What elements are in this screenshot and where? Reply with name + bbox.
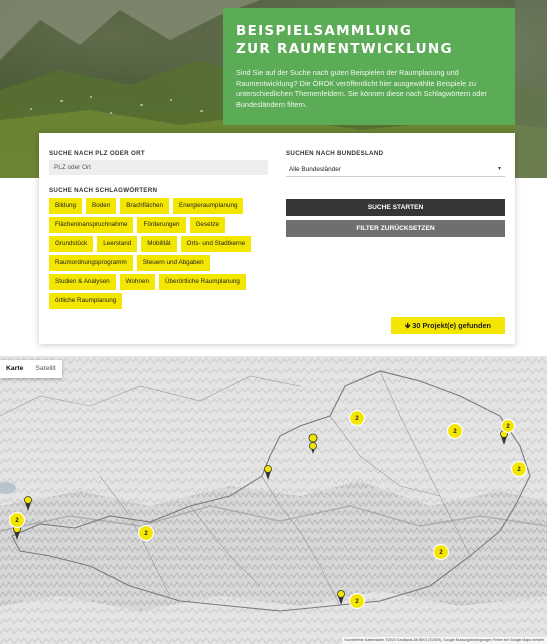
filter-reset-button[interactable]: FILTER ZURÜCKSETZEN bbox=[286, 220, 505, 237]
map-type-satellite-button[interactable]: Satellit bbox=[29, 360, 61, 378]
tag-leerstand[interactable]: Leerstand bbox=[97, 236, 138, 252]
tag-steuern-und-abgaben[interactable]: Steuern und Abgaben bbox=[136, 255, 210, 271]
title-line-2: ZUR RAUMENTWICKLUNG bbox=[236, 41, 453, 57]
title-line-1: BEISPIELSAMMLUNG bbox=[236, 23, 413, 39]
arrow-down-icon: 🡻 bbox=[405, 321, 411, 330]
intro-box: BEISPIELSAMMLUNG ZUR RAUMENTWICKLUNG Sin… bbox=[223, 8, 515, 125]
map-cluster-marker[interactable]: 2 bbox=[432, 543, 450, 561]
search-start-button[interactable]: SUCHE STARTEN bbox=[286, 199, 505, 216]
map-type-control: Karte Satellit bbox=[0, 360, 62, 378]
tag-foerderungen[interactable]: Förderungen bbox=[137, 217, 186, 233]
state-label: SUCHEN NACH BUNDESLAND bbox=[286, 150, 384, 157]
chevron-down-icon: ▾ bbox=[497, 166, 501, 172]
tag-orts-und-stadtkerne[interactable]: Orts- und Stadtkerne bbox=[180, 236, 252, 252]
tag-list: Bildung Boden Brachflächen Energieraumpl… bbox=[49, 198, 269, 309]
state-select-value: Alle Bundesländer bbox=[289, 166, 341, 173]
tags-label: SUCHE NACH SCHLAGWÖRTERN bbox=[49, 187, 158, 194]
map-cluster-marker[interactable]: 2 bbox=[500, 418, 516, 434]
tag-ueberoertliche-raumplanung[interactable]: Überörtliche Raumplanung bbox=[158, 274, 246, 290]
tag-flaecheninanspruchnahme[interactable]: Flächeninanspruchnahme bbox=[49, 217, 134, 233]
map-type-map-button[interactable]: Karte bbox=[0, 360, 29, 378]
tag-boden[interactable]: Boden bbox=[86, 198, 117, 214]
map-attribution[interactable]: Kurzbefehle Kartendaten ©2024 GeoBasis-D… bbox=[341, 637, 547, 644]
tag-mobilitaet[interactable]: Mobilität bbox=[141, 236, 177, 252]
tag-wohnen[interactable]: Wohnen bbox=[119, 274, 155, 290]
map-cluster-marker[interactable]: 2 bbox=[8, 511, 26, 529]
tag-gesetze[interactable]: Gesetze bbox=[189, 217, 225, 233]
page-title: BEISPIELSAMMLUNG ZUR RAUMENTWICKLUNG bbox=[236, 22, 503, 58]
tag-raumordnungsprogramm[interactable]: Raumordnungsprogramm bbox=[49, 255, 133, 271]
map-view[interactable]: 2 2 2 2 2 2 2 2 Karte Satellit Kurzbefeh… bbox=[0, 356, 547, 644]
tag-grundstueck[interactable]: Grundstück bbox=[49, 236, 94, 252]
tag-energieraumplanung[interactable]: Energieraumplanung bbox=[173, 198, 244, 214]
search-panel: SUCHE NACH PLZ ODER ORT PLZ oder Ort SUC… bbox=[39, 133, 515, 344]
tag-brachflaechen[interactable]: Brachflächen bbox=[120, 198, 169, 214]
map-cluster-marker[interactable]: 2 bbox=[137, 524, 155, 542]
map-cluster-marker[interactable]: 2 bbox=[348, 592, 366, 610]
results-count-button[interactable]: 🡻 30 Projekt(e) gefunden bbox=[391, 317, 505, 334]
plz-search-input[interactable]: PLZ oder Ort bbox=[49, 160, 268, 175]
plz-label: SUCHE NACH PLZ ODER ORT bbox=[49, 150, 145, 157]
terrain-map: 2 2 2 2 2 2 2 2 bbox=[0, 356, 547, 644]
map-cluster-marker[interactable]: 2 bbox=[510, 460, 528, 478]
map-cluster-marker[interactable]: 2 bbox=[446, 422, 464, 440]
map-cluster-marker[interactable]: 2 bbox=[348, 409, 366, 427]
tag-oertliche-raumplanung[interactable]: örtliche Raumplanung bbox=[49, 293, 123, 309]
results-count-label: 30 Projekt(e) gefunden bbox=[412, 321, 491, 330]
tag-bildung[interactable]: Bildung bbox=[49, 198, 83, 214]
intro-text: Sind Sie auf der Suche nach guten Beispi… bbox=[236, 68, 487, 109]
state-select[interactable]: Alle Bundesländer ▾ bbox=[286, 162, 505, 177]
tag-studien-analysen[interactable]: Studien & Analysen bbox=[49, 274, 116, 290]
